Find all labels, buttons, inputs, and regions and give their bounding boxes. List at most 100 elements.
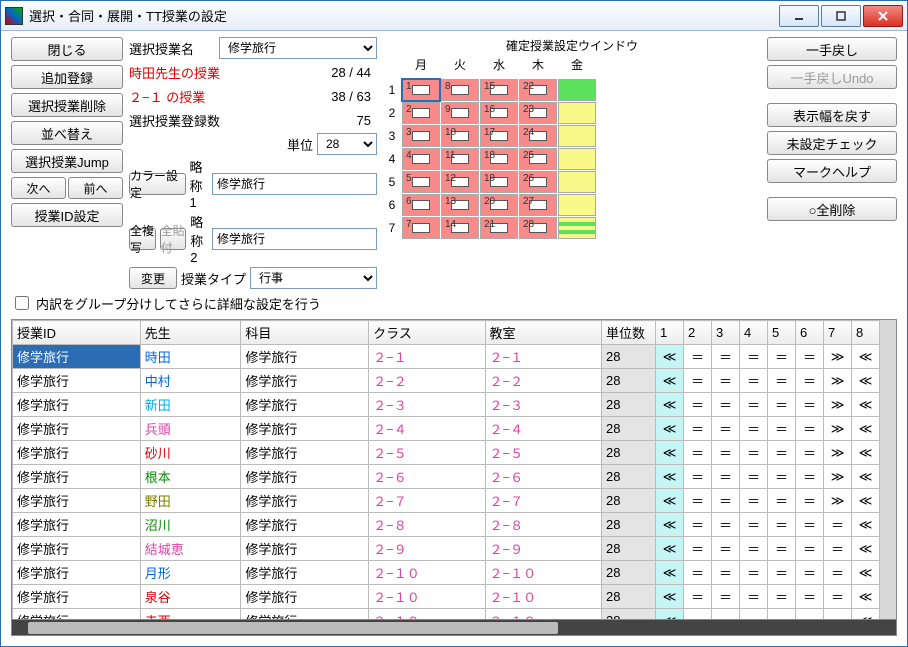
table-scroll[interactable]: 授業ID先生科目クラス教室単位数12345678 修学旅行時田修学旅行２−１２−… (12, 320, 880, 619)
close-button[interactable] (863, 5, 903, 27)
cal-cell[interactable]: 17 (480, 125, 518, 147)
prev-btn[interactable]: 前へ (68, 177, 123, 199)
table-row[interactable]: 修学旅行時田修学旅行２−１２−１28≪＝＝＝＝＝≫≪ (13, 345, 880, 369)
table-row[interactable]: 修学旅行寺西修学旅行２−１０２−１０28≪＝＝＝＝＝＝≪ (13, 609, 880, 620)
col-header[interactable]: 教室 (485, 321, 601, 345)
cal-cell[interactable]: 5 (402, 171, 440, 193)
id-setting-btn[interactable]: 授業ID設定 (11, 203, 123, 227)
cal-cell[interactable] (558, 194, 596, 216)
cal-cell[interactable]: 13 (441, 194, 479, 216)
table-row[interactable]: 修学旅行兵頭修学旅行２−４２−４28≪＝＝＝＝＝≫≪ (13, 417, 880, 441)
col-header[interactable]: 科目 (241, 321, 369, 345)
table-row[interactable]: 修学旅行沼川修学旅行２−８２−８28≪＝＝＝＝＝＝≪ (13, 513, 880, 537)
col-header[interactable]: クラス (369, 321, 485, 345)
col-header[interactable]: 8 (852, 321, 880, 345)
delete-btn[interactable]: 選択授業削除 (11, 93, 123, 117)
type-select[interactable]: 行事 (250, 267, 377, 289)
table-row[interactable]: 修学旅行月形修学旅行２−１０２−１０28≪＝＝＝＝＝＝≪ (13, 561, 880, 585)
abbr1-input[interactable] (212, 173, 377, 195)
abbr2-input[interactable] (212, 228, 377, 250)
col-header[interactable]: 7 (824, 321, 852, 345)
cal-cell[interactable]: 14 (441, 217, 479, 239)
cal-cell[interactable] (558, 148, 596, 170)
next-btn[interactable]: 次へ (11, 177, 66, 199)
paste-all-btn[interactable]: 全貼付 (160, 228, 187, 250)
table-row[interactable]: 修学旅行中村修学旅行２−２２−２28≪＝＝＝＝＝≫≪ (13, 369, 880, 393)
cal-cell[interactable] (558, 102, 596, 124)
class-count: 38 / 63 (331, 89, 377, 104)
add-btn[interactable]: 追加登録 (11, 65, 123, 89)
copy-all-btn[interactable]: 全複写 (129, 228, 156, 250)
cal-cell[interactable] (558, 217, 596, 239)
table-row[interactable]: 修学旅行泉谷修学旅行２−１０２−１０28≪＝＝＝＝＝＝≪ (13, 585, 880, 609)
table-row[interactable]: 修学旅行根本修学旅行２−６２−６28≪＝＝＝＝＝≫≪ (13, 465, 880, 489)
cal-cell[interactable]: 7 (402, 217, 440, 239)
col-header[interactable]: 5 (768, 321, 796, 345)
cal-cell[interactable]: 23 (519, 102, 557, 124)
undo-en-btn[interactable]: 一手戻しUndo (767, 65, 897, 89)
maximize-button[interactable] (821, 5, 861, 27)
cal-cell[interactable]: 18 (480, 148, 518, 170)
change-btn[interactable]: 変更 (129, 267, 177, 289)
cal-cell[interactable]: 2 (402, 102, 440, 124)
unit-select[interactable]: 28 (317, 133, 377, 155)
cal-cell[interactable]: 10 (441, 125, 479, 147)
cal-cell[interactable]: 20 (480, 194, 518, 216)
name-select[interactable]: 修学旅行 (219, 37, 377, 59)
undo-btn[interactable]: 一手戻し (767, 37, 897, 61)
horizontal-scrollbar[interactable] (12, 619, 896, 635)
cal-cell[interactable]: 19 (480, 171, 518, 193)
cal-cell[interactable] (558, 79, 596, 101)
cal-cell[interactable]: 26 (519, 171, 557, 193)
cal-cell[interactable]: 1 (402, 79, 440, 101)
cal-cell[interactable]: 25 (519, 148, 557, 170)
cal-cell[interactable]: 28 (519, 217, 557, 239)
col-header[interactable]: 4 (740, 321, 768, 345)
cal-cell[interactable] (558, 171, 596, 193)
table-row[interactable]: 修学旅行結城恵修学旅行２−９２−９28≪＝＝＝＝＝＝≪ (13, 537, 880, 561)
cal-cell[interactable]: 4 (402, 148, 440, 170)
reset-width-btn[interactable]: 表示幅を戻す (767, 103, 897, 127)
cal-cell[interactable]: 15 (480, 79, 518, 101)
col-header[interactable]: 6 (796, 321, 824, 345)
minimize-button[interactable] (779, 5, 819, 27)
reg-count: 75 (357, 113, 377, 128)
vertical-scrollbar[interactable] (880, 320, 896, 619)
cal-row-num: 5 (383, 171, 401, 193)
col-header[interactable]: 1 (656, 321, 684, 345)
cal-cell[interactable]: 3 (402, 125, 440, 147)
check-btn[interactable]: 未設定チェック (767, 131, 897, 155)
table-row[interactable]: 修学旅行新田修学旅行２−３２−３28≪＝＝＝＝＝≫≪ (13, 393, 880, 417)
table-row[interactable]: 修学旅行砂川修学旅行２−５２−５28≪＝＝＝＝＝≫≪ (13, 441, 880, 465)
col-header[interactable]: 3 (712, 321, 740, 345)
col-header[interactable]: 単位数 (602, 321, 656, 345)
cal-row-num: 2 (383, 102, 401, 124)
class-line: ２−１ の授業 (129, 87, 205, 106)
jump-btn[interactable]: 選択授業Jump (11, 149, 123, 173)
cal-cell[interactable]: 21 (480, 217, 518, 239)
cal-cell[interactable]: 8 (441, 79, 479, 101)
cal-cell[interactable]: 6 (402, 194, 440, 216)
col-header[interactable]: 先生 (140, 321, 241, 345)
abbr1-label: 略称1 (190, 157, 208, 210)
col-header[interactable]: 2 (684, 321, 712, 345)
mark-help-btn[interactable]: マークヘルプ (767, 159, 897, 183)
cal-cell[interactable]: 9 (441, 102, 479, 124)
col-header[interactable]: 授業ID (13, 321, 141, 345)
group-checkbox[interactable] (15, 296, 29, 310)
scrollbar-thumb[interactable] (28, 622, 558, 634)
delete-all-btn[interactable]: ○全削除 (767, 197, 897, 221)
table-row[interactable]: 修学旅行野田修学旅行２−７２−７28≪＝＝＝＝＝≫≪ (13, 489, 880, 513)
color-btn[interactable]: カラー設定 (129, 173, 186, 195)
cal-cell[interactable]: 22 (519, 79, 557, 101)
cal-cell[interactable]: 11 (441, 148, 479, 170)
close-btn[interactable]: 閉じる (11, 37, 123, 61)
cal-cell[interactable] (558, 125, 596, 147)
cal-cell[interactable]: 27 (519, 194, 557, 216)
cal-day-header: 火 (441, 56, 479, 78)
cal-cell[interactable]: 24 (519, 125, 557, 147)
sort-btn[interactable]: 並べ替え (11, 121, 123, 145)
cal-cell[interactable]: 16 (480, 102, 518, 124)
cal-cell[interactable]: 12 (441, 171, 479, 193)
left-button-col: 閉じる 追加登録 選択授業削除 並べ替え 選択授業Jump 次へ 前へ 授業ID… (11, 37, 123, 289)
